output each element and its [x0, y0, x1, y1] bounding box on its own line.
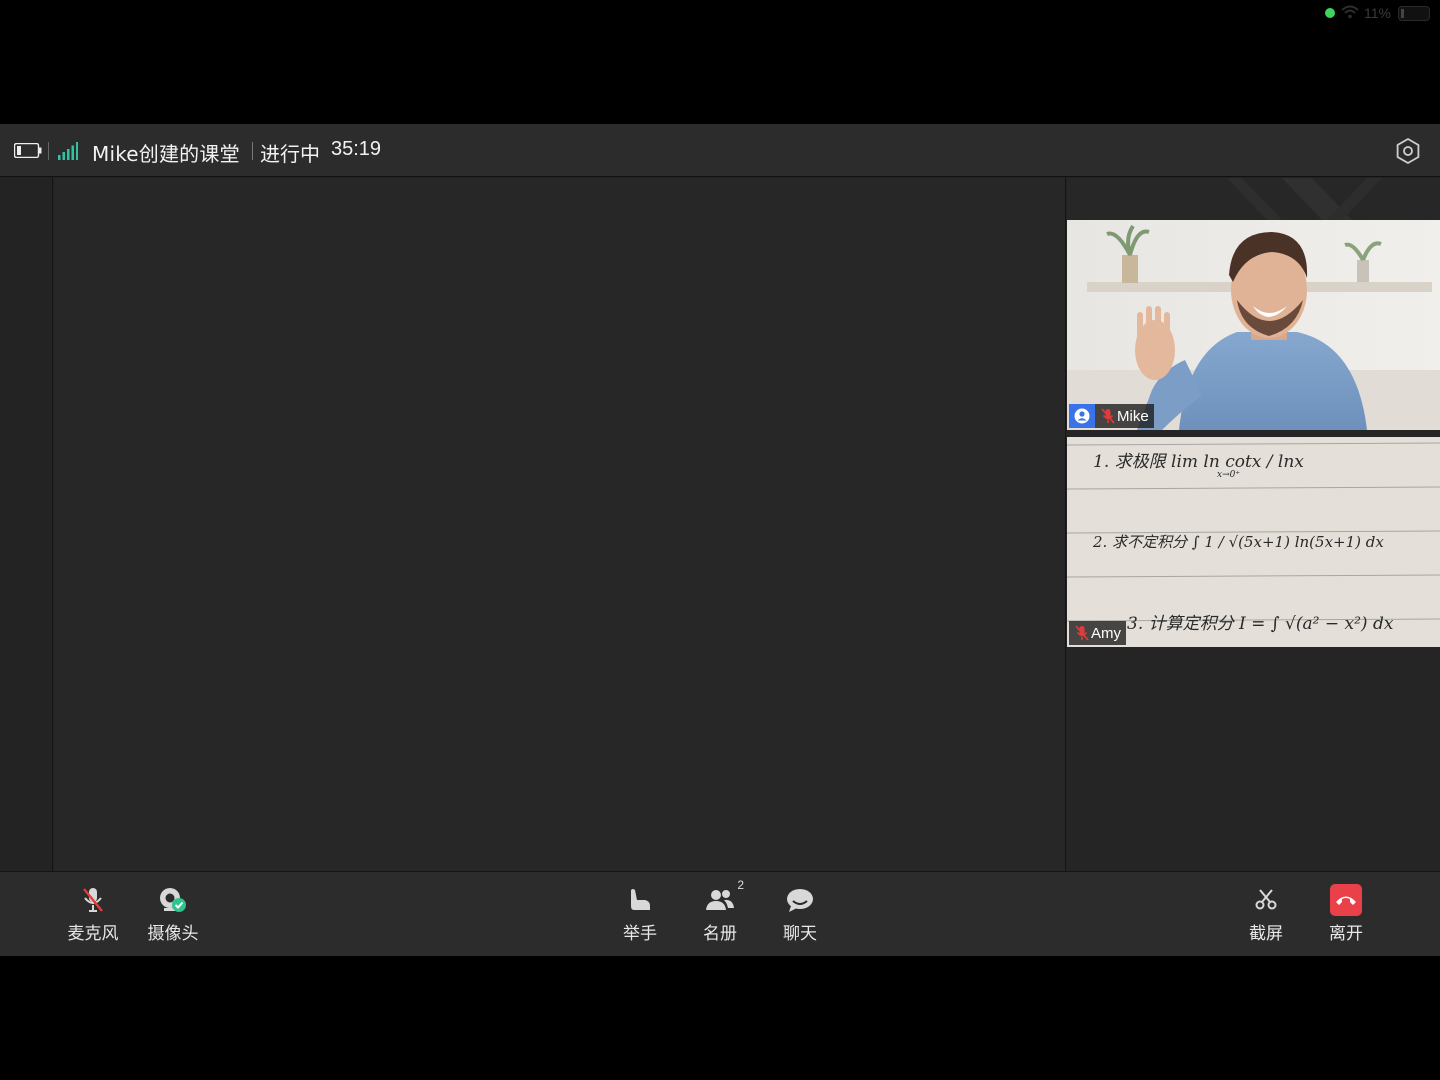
leave-label: 离开	[1329, 924, 1363, 944]
roster-count: 2	[737, 878, 744, 892]
class-status: 进行中	[260, 142, 320, 166]
board-line-1: 1. 求极限 lim ln cotx / lnx	[1093, 452, 1304, 472]
screenshot-button[interactable]: 截屏	[1231, 884, 1301, 946]
roster-button[interactable]: 2 名册	[685, 878, 755, 946]
participant-nametag: Amy	[1069, 621, 1126, 645]
settings-icon[interactable]	[1394, 137, 1422, 165]
shared-stage	[54, 178, 1066, 871]
device-battery-icon	[1398, 6, 1430, 21]
mic-off-icon	[77, 884, 109, 916]
board-line-1-subscript: x→0⁺	[1217, 470, 1240, 480]
left-strip	[0, 178, 53, 871]
scissors-icon	[1250, 884, 1282, 916]
leave-button[interactable]: 离开	[1311, 884, 1381, 946]
header-divider	[48, 142, 49, 160]
chat-label: 聊天	[783, 924, 817, 944]
elapsed-timer: 35:19	[331, 138, 382, 160]
raise-hand-button[interactable]: 举手	[605, 884, 675, 946]
raise-hand-label: 举手	[623, 924, 657, 944]
host-badge-icon	[1069, 404, 1095, 428]
wifi-icon	[1341, 5, 1359, 19]
mic-button[interactable]: 麦克风	[58, 884, 128, 946]
device-status-bar: 11%	[0, 0, 1440, 28]
mic-muted-icon	[1075, 625, 1089, 641]
bottom-toolbar: 麦克风 摄像头 举手 2 名册 聊天 截屏 离开	[0, 871, 1440, 956]
battery-icon	[14, 143, 42, 158]
header-divider	[252, 142, 253, 160]
camera-label: 摄像头	[147, 924, 199, 944]
participant-name: Mike	[1117, 407, 1149, 425]
classroom-app: Mike创建的课堂 进行中 35:19 Mike 1. 求极限 lim ln c…	[0, 124, 1440, 956]
hand-icon	[624, 884, 656, 916]
video-tile-amy[interactable]: 1. 求极限 lim ln cotx / lnx x→0⁺ 2. 求不定积分 ∫…	[1067, 437, 1440, 647]
mic-muted-icon	[1101, 408, 1115, 424]
participant-nametag: Mike	[1069, 404, 1154, 428]
mic-label: 麦克风	[67, 924, 119, 944]
network-signal-icon	[58, 142, 78, 160]
camera-on-icon	[157, 884, 189, 916]
room-title: Mike创建的课堂	[92, 142, 240, 166]
mike-video-feed	[1067, 220, 1440, 430]
recording-indicator-icon	[1325, 8, 1335, 18]
hangup-icon	[1330, 884, 1362, 916]
video-panel: Mike 1. 求极限 lim ln cotx / lnx x→0⁺ 2. 求不…	[1067, 178, 1440, 871]
battery-percent: 11%	[1364, 5, 1391, 21]
amy-video-feed: 1. 求极限 lim ln cotx / lnx x→0⁺ 2. 求不定积分 ∫…	[1067, 437, 1440, 647]
chat-icon	[784, 884, 816, 916]
panel-background-pattern	[1067, 178, 1440, 220]
roster-label: 名册	[703, 924, 737, 944]
header-bar: Mike创建的课堂 进行中 35:19	[0, 124, 1440, 177]
participant-name: Amy	[1091, 624, 1121, 642]
board-line-2: 2. 求不定积分 ∫ 1 / √(5x+1) ln(5x+1) dx	[1092, 533, 1384, 551]
camera-button[interactable]: 摄像头	[138, 884, 208, 946]
board-line-3: 3. 计算定积分 I = ∫ √(a² − x²) dx	[1127, 614, 1394, 634]
chat-button[interactable]: 聊天	[765, 884, 835, 946]
people-icon: 2	[704, 878, 744, 916]
screenshot-label: 截屏	[1249, 924, 1283, 944]
video-tile-mike[interactable]: Mike	[1067, 220, 1440, 430]
